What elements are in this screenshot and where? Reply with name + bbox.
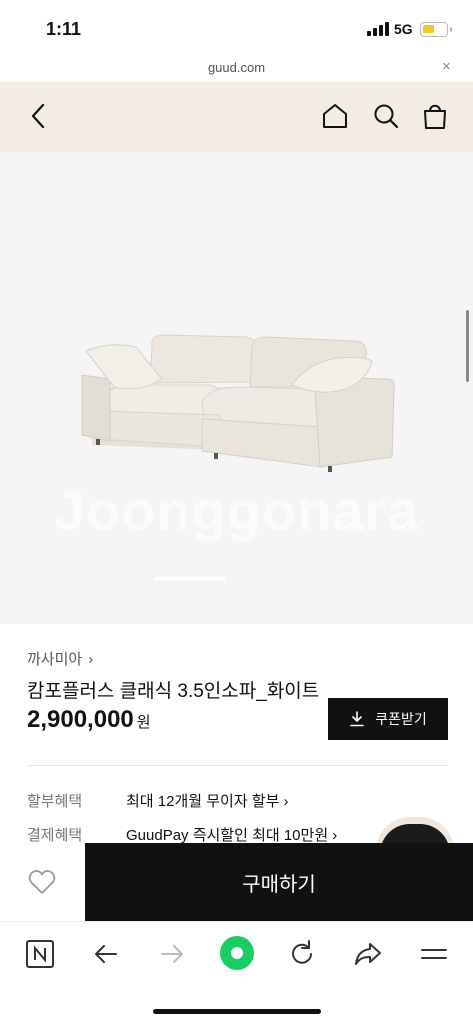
- brand-link[interactable]: 까사미아 ›: [27, 648, 93, 669]
- share-icon[interactable]: [352, 938, 384, 970]
- status-bar: 1:11 5G: [0, 0, 473, 56]
- price-row: 2,900,000 원: [27, 706, 151, 734]
- url-bar[interactable]: guud.com ×: [0, 56, 473, 82]
- divider: [27, 765, 448, 766]
- brand-name: 까사미아: [27, 651, 83, 668]
- naver-n-icon[interactable]: [24, 938, 56, 970]
- product-image[interactable]: Joonggonara: [0, 152, 473, 624]
- shopping-bag-icon[interactable]: [420, 101, 450, 131]
- site-header: [0, 82, 473, 152]
- green-dot-icon[interactable]: [219, 935, 255, 971]
- signal-icon: [367, 22, 389, 36]
- purchase-bar: 구매하기: [0, 843, 473, 921]
- watermark-text: Joonggonara: [53, 479, 420, 542]
- search-icon[interactable]: [371, 101, 401, 131]
- browser-toolbar: [0, 921, 473, 986]
- network-label: 5G: [394, 21, 413, 37]
- forward-icon[interactable]: [156, 938, 188, 970]
- buy-button[interactable]: 구매하기: [85, 843, 473, 921]
- benefit-value: 최대 12개월 무이자 할부 ›: [126, 793, 289, 810]
- sofa-image: [81, 334, 395, 472]
- download-icon: [350, 711, 365, 727]
- coupon-button-label: 쿠폰받기: [375, 711, 427, 727]
- battery-icon: [420, 22, 452, 37]
- carousel-indicator: [154, 577, 226, 580]
- scrollbar[interactable]: [466, 310, 469, 382]
- price-currency: 원: [136, 714, 151, 731]
- status-time: 1:11: [46, 19, 82, 39]
- product-title: 캄포플러스 클래식 3.5인소파_화이트: [27, 681, 320, 702]
- refresh-icon[interactable]: [286, 938, 318, 970]
- benefit-label: 할부혜택: [27, 793, 83, 810]
- back-icon[interactable]: [90, 938, 122, 970]
- coupon-button[interactable]: 쿠폰받기: [328, 698, 448, 740]
- close-icon[interactable]: ×: [442, 58, 451, 75]
- url-text[interactable]: guud.com: [0, 60, 473, 75]
- home-icon[interactable]: [320, 101, 350, 131]
- home-indicator: [153, 1009, 321, 1014]
- heart-icon[interactable]: [28, 869, 56, 895]
- chevron-right-icon: ›: [88, 651, 94, 668]
- benefit-row-installment[interactable]: 할부혜택 최대 12개월 무이자 할부 ›: [27, 790, 289, 811]
- menu-icon[interactable]: [418, 938, 450, 970]
- back-arrow-icon[interactable]: [24, 101, 54, 131]
- benefit-value: GuudPay 즉시할인 최대 10만원 ›: [126, 827, 338, 844]
- benefit-label: 결제혜택: [27, 827, 83, 844]
- benefit-row-payment[interactable]: 결제혜택 GuudPay 즉시할인 최대 10만원 ›: [27, 824, 337, 845]
- product-price: 2,900,000: [27, 706, 134, 733]
